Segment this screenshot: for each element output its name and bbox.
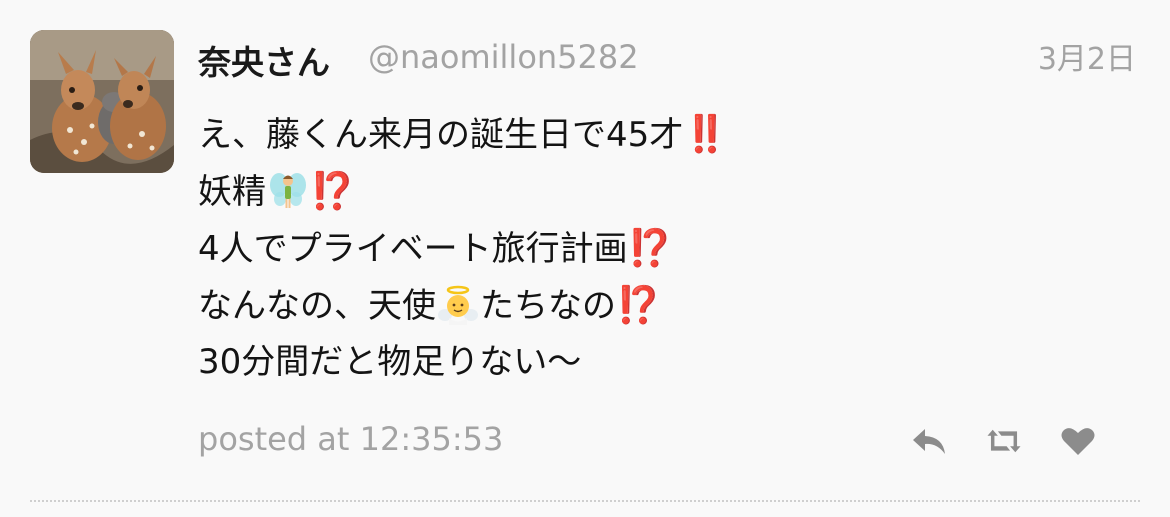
- tweet-line-text: 30分間だと物足りない〜: [198, 342, 582, 382]
- tweet-line-1: え、藤くん来月の誕生日で45才‼️: [198, 106, 1098, 163]
- avatar-deer-image: [30, 30, 174, 173]
- tweet-line-text: え、藤くん来月の誕生日で45才: [198, 115, 684, 155]
- retweet-icon: [987, 429, 1021, 453]
- dotted-divider: [30, 500, 1140, 502]
- exclamation-question-icon: ⁉️: [616, 285, 661, 326]
- exclamation-question-icon: ⁉️: [310, 171, 355, 212]
- reply-icon: [913, 429, 945, 454]
- exclamation-question-icon: ⁉️: [627, 228, 673, 269]
- tweet-line-5: 30分間だと物足りない〜: [198, 334, 1098, 391]
- user-handle[interactable]: @naomillon5282: [368, 38, 639, 76]
- tweet-line-4: なんなの、天使 たちなの⁉️: [198, 277, 1098, 334]
- tweet-actions: [910, 421, 1098, 461]
- posted-timestamp: posted at 12:35:53: [198, 420, 504, 458]
- reply-button[interactable]: [910, 421, 950, 461]
- tweet-line-3: 4人でプライベート旅行計画⁉️: [198, 220, 1098, 277]
- heart-icon: [1061, 428, 1095, 455]
- double-exclamation-icon: ‼️: [683, 114, 729, 155]
- tweet-line-2: 妖精 ⁉️: [198, 163, 1098, 220]
- retweet-button[interactable]: [984, 421, 1024, 461]
- tweet-header: 奈央さん @naomillon5282 3月2日: [198, 30, 1140, 90]
- like-button[interactable]: [1058, 421, 1098, 461]
- fairy-icon: [270, 173, 306, 208]
- tweet-line-text: たちなの: [480, 286, 616, 326]
- tweet-line-text: 妖精: [198, 172, 266, 212]
- tweet-line-text: なんなの、天使: [198, 286, 436, 326]
- tweet-card: 奈央さん @naomillon5282 3月2日 え、藤くん来月の誕生日で45才…: [0, 0, 1170, 517]
- tweet-line-text: 4人でプライベート旅行計画: [198, 229, 628, 269]
- angel-icon: [438, 285, 478, 325]
- tweet-date[interactable]: 3月2日: [1038, 34, 1136, 78]
- avatar[interactable]: [30, 30, 174, 173]
- display-name[interactable]: 奈央さん: [198, 36, 330, 84]
- tweet-body: え、藤くん来月の誕生日で45才‼️ 妖精 ⁉️ 4人でプライベート旅行計画⁉️ …: [198, 106, 1098, 391]
